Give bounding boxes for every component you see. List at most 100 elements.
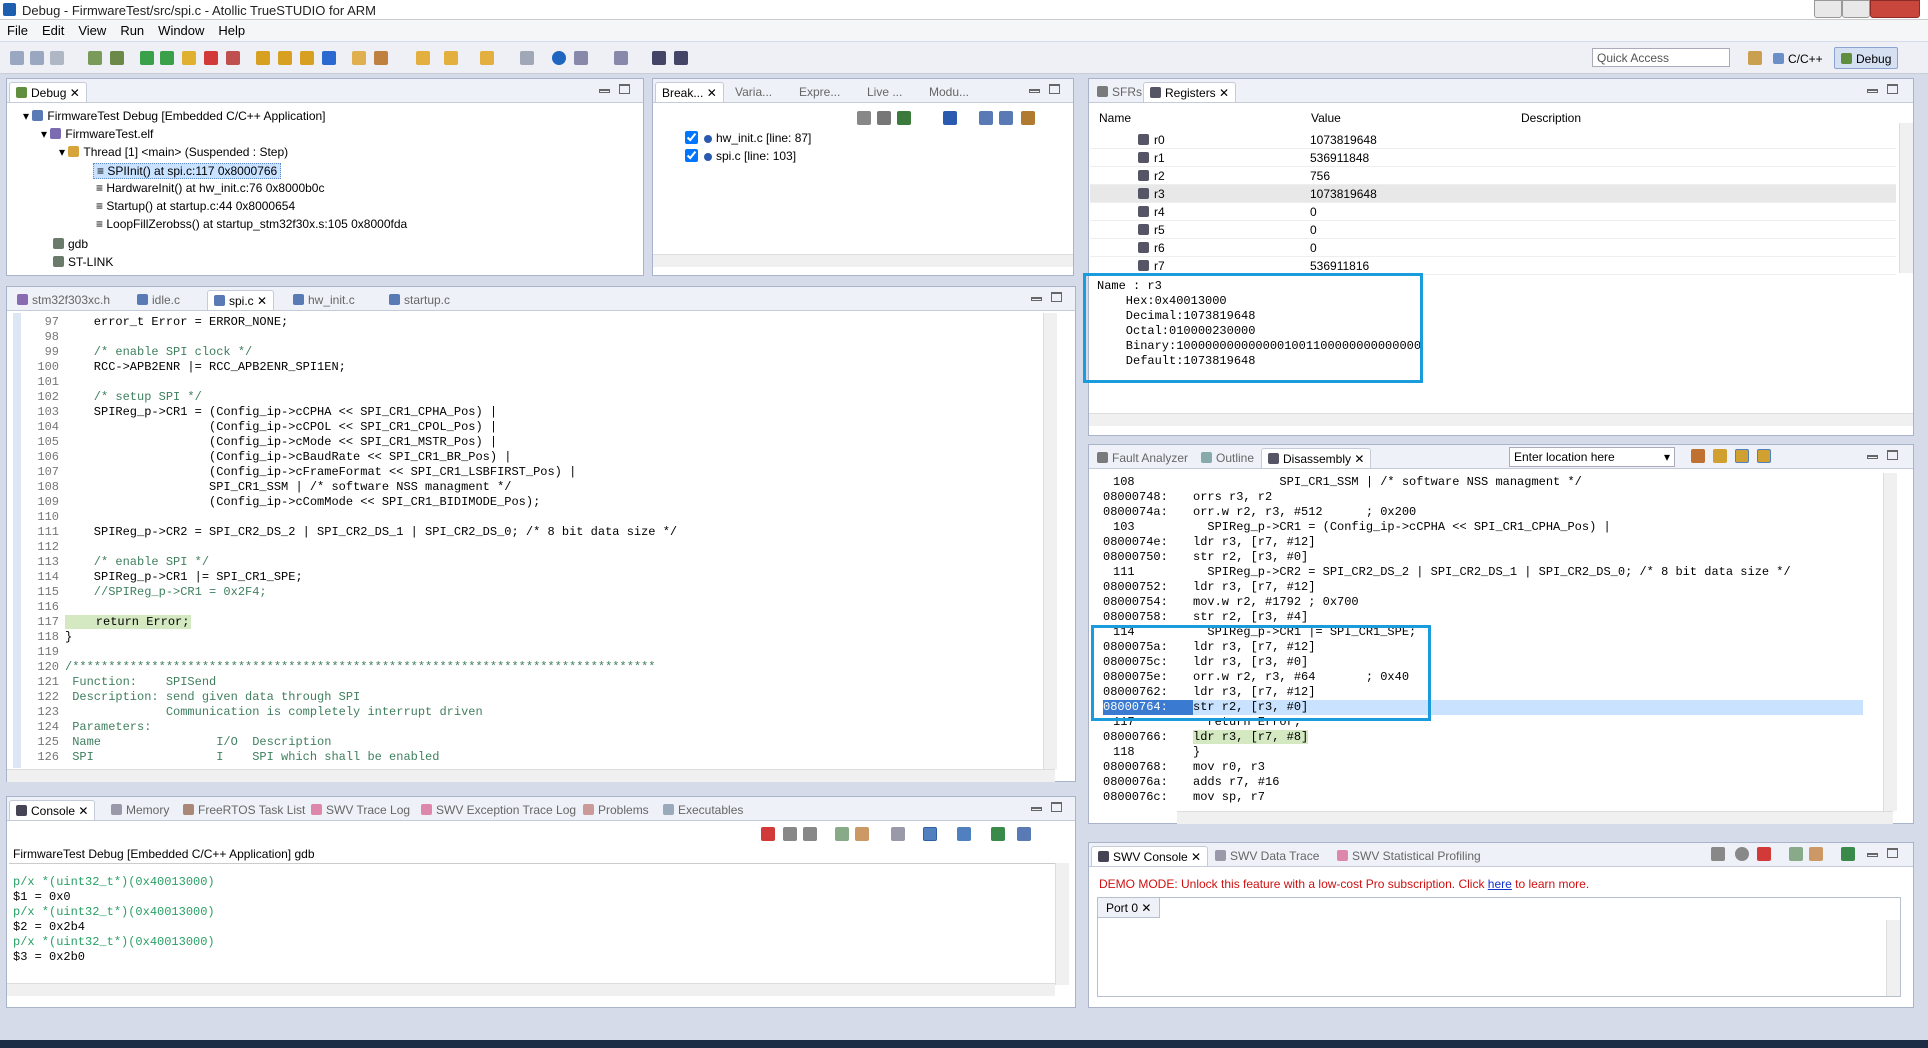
show-breakpoints-icon[interactable] [897, 111, 911, 125]
maximize-icon[interactable] [1049, 84, 1060, 94]
disassembly-line[interactable]: 08000750: str r2, [r3, #0] [1103, 550, 1863, 565]
forward-icon[interactable] [444, 51, 458, 65]
pin-console-icon[interactable] [923, 827, 937, 841]
register-row[interactable]: r4 0 [1090, 203, 1896, 221]
record-icon[interactable] [1735, 847, 1749, 861]
disassembly-line[interactable]: 111 SPIReg_p->CR2 = SPI_CR2_DS_2 | SPI_C… [1103, 565, 1863, 580]
tab-stm32f303xc-h[interactable]: stm32f303xc.h [11, 290, 116, 310]
tab-executables[interactable]: Executables [657, 800, 749, 820]
expand-all-icon[interactable] [979, 111, 993, 125]
pin-icon[interactable] [520, 51, 534, 65]
gdb-item[interactable]: gdb [53, 237, 88, 251]
code-line[interactable]: 99 /* enable SPI clock */ [23, 345, 253, 360]
add-port-icon[interactable] [1841, 847, 1855, 861]
maximize-icon[interactable] [1887, 450, 1898, 460]
terminate-icon[interactable] [204, 51, 218, 65]
code-line[interactable]: 105 (Config_ip->cMode << SPI_CR1_MSTR_Po… [23, 435, 497, 450]
code-line[interactable]: 107 (Config_ip->cFrameFormat << SPI_CR1_… [23, 465, 576, 480]
minimize-button[interactable] [1814, 0, 1842, 18]
elf-item[interactable]: ▾ FirmwareTest.elf [41, 127, 153, 141]
next-icon[interactable] [480, 51, 494, 65]
col-name-header[interactable]: Name [1099, 111, 1131, 125]
window-icon[interactable] [574, 51, 588, 65]
scroll-lock-icon[interactable] [855, 827, 869, 841]
location-input[interactable]: Enter location here ▾ [1509, 447, 1675, 467]
tab-outline[interactable]: Outline [1195, 448, 1260, 468]
maximize-icon[interactable] [1051, 292, 1062, 302]
breakpoint-checkbox[interactable] [685, 131, 698, 144]
tab-disassembly[interactable]: Disassembly ✕ [1261, 448, 1372, 468]
code-line[interactable]: 101 [23, 375, 65, 390]
code-line[interactable]: 115 //SPIReg_p->CR1 = 0x2F4; [23, 585, 266, 600]
menu-run[interactable]: Run [113, 23, 151, 38]
display-console-icon[interactable] [957, 827, 971, 841]
tab-swv-console[interactable]: SWV Console ✕ [1091, 846, 1209, 866]
code-line[interactable]: 103 SPIReg_p->CR1 = (Config_ip->cCPHA <<… [23, 405, 497, 420]
vertical-scrollbar[interactable] [1043, 313, 1057, 769]
tab-memory[interactable]: Memory [105, 800, 175, 820]
remove-breakpoint-icon[interactable] [857, 111, 871, 125]
disassembly-line[interactable]: 08000766: ldr r3, [r7, #8] [1103, 730, 1863, 745]
disassembly-line[interactable]: 0800076c: mov sp, r7 [1103, 790, 1863, 805]
skip-breakpoints-icon[interactable] [943, 111, 957, 125]
minimize-icon[interactable] [1867, 853, 1878, 857]
remove-launch-icon[interactable] [783, 827, 797, 841]
menu-edit[interactable]: Edit [35, 23, 71, 38]
stop-icon[interactable] [1757, 847, 1771, 861]
link-icon[interactable] [1021, 111, 1035, 125]
minimize-icon[interactable] [1867, 455, 1878, 459]
code-line[interactable]: 100 RCC->APB2ENR |= RCC_APB2ENR_SPI1EN; [23, 360, 345, 375]
disassembly-line[interactable]: 103 SPIReg_p->CR1 = (Config_ip->cCPHA <<… [1103, 520, 1863, 535]
refresh-icon[interactable] [1757, 449, 1771, 463]
scroll-lock-icon[interactable] [1809, 847, 1823, 861]
horizontal-scrollbar[interactable] [653, 254, 1073, 267]
minimize-icon[interactable] [1031, 807, 1042, 811]
code-line[interactable]: 117 return Error; [23, 615, 192, 630]
disassembly-line[interactable]: 08000768: mov r0, r3 [1103, 760, 1863, 775]
disassembly-line[interactable]: 0800074a: orr.w r2, r3, #512 ; 0x200 [1103, 505, 1863, 520]
tab-expressions[interactable]: Expre... [793, 82, 846, 102]
expand-icon[interactable] [652, 51, 666, 65]
collapse-all-icon[interactable] [999, 111, 1013, 125]
horizontal-scrollbar[interactable] [7, 769, 1055, 782]
code-line[interactable]: 124 Parameters: [23, 720, 151, 735]
run-icon[interactable] [160, 51, 174, 65]
tab-swv-statistical-profiling[interactable]: SWV Statistical Profiling [1331, 846, 1487, 866]
tools-icon[interactable] [374, 51, 388, 65]
export-icon[interactable] [674, 51, 688, 65]
tab-port-0[interactable]: Port 0 ✕ [1098, 898, 1161, 918]
disassembly-line[interactable]: 08000748: orrs r3, r2 [1103, 490, 1863, 505]
code-line[interactable]: 97 error_t Error = ERROR_NONE; [23, 315, 289, 330]
disassembly-line[interactable]: 08000754: mov.w r2, #1792 ; 0x700 [1103, 595, 1863, 610]
code-line[interactable]: 125 Name I/O Description [23, 735, 331, 750]
register-row[interactable]: r6 0 [1090, 239, 1896, 257]
disconnect-icon[interactable] [226, 51, 240, 65]
code-line[interactable]: 113 /* enable SPI */ [23, 555, 209, 570]
step-into-icon[interactable] [256, 51, 270, 65]
info-icon[interactable] [552, 51, 566, 65]
tab-swv-trace-log[interactable]: SWV Trace Log [305, 800, 416, 820]
suspend-icon[interactable] [182, 51, 196, 65]
code-line[interactable]: 126 SPI I SPI which shall be enabled [23, 750, 439, 765]
code-line[interactable]: 118} [23, 630, 72, 645]
menu-file[interactable]: File [0, 23, 35, 38]
tab-hw-init-c[interactable]: hw_init.c [287, 290, 361, 310]
stack-frame[interactable]: ≡ Startup() at startup.c:44 0x8000654 [96, 199, 295, 213]
perspective-cpp[interactable]: C/C++ [1766, 47, 1830, 69]
code-line[interactable]: 111 SPIReg_p->CR2 = SPI_CR2_DS_2 | SPI_C… [23, 525, 677, 540]
menu-help[interactable]: Help [211, 23, 252, 38]
tab-fault-analyzer[interactable]: Fault Analyzer [1091, 448, 1194, 468]
disassembly-line[interactable]: 0800074e: ldr r3, [r7, #12] [1103, 535, 1863, 550]
word-wrap-icon[interactable] [891, 827, 905, 841]
code-line[interactable]: 114 SPIReg_p->CR1 |= SPI_CR1_SPE; [23, 570, 302, 585]
tab-startup-c[interactable]: startup.c [383, 290, 456, 310]
tab-spi-c[interactable]: spi.c ✕ [207, 290, 275, 310]
instruction-step-icon[interactable] [322, 51, 336, 65]
debug-icon[interactable] [88, 51, 102, 65]
code-line[interactable]: 102 /* setup SPI */ [23, 390, 201, 405]
open-perspective-icon[interactable] [1748, 51, 1762, 65]
breakpoint-item[interactable]: hw_init.c [line: 87] [685, 131, 811, 145]
code-line[interactable]: 121 Function: SPISend [23, 675, 216, 690]
code-line[interactable]: 108 SPI_CR1_SSM | /* software NSS managm… [23, 480, 511, 495]
maximize-icon[interactable] [619, 84, 630, 94]
